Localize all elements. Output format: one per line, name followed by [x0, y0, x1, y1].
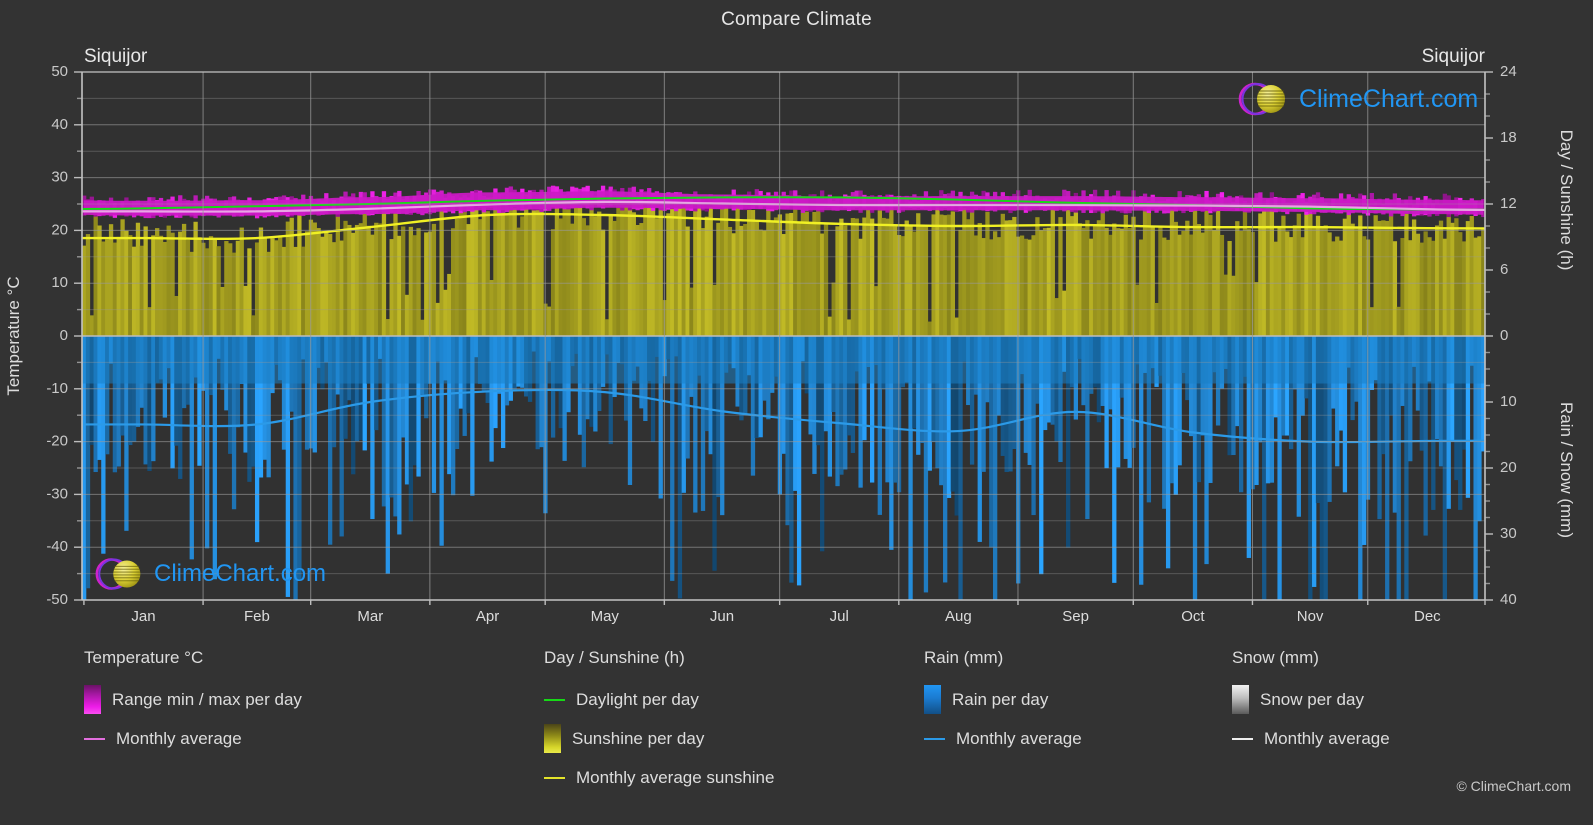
legend-item-sunshine[interactable]: Sunshine per day [544, 724, 774, 753]
svg-text:12: 12 [1500, 195, 1517, 212]
page-title: Compare Climate [721, 9, 872, 30]
svg-text:-30: -30 [46, 485, 68, 502]
x-axis-month-label-may: May [591, 608, 620, 625]
legend-item-sunshine-average[interactable]: Monthly average sunshine [544, 763, 774, 792]
legend-item-rain[interactable]: Rain per day [924, 685, 1082, 714]
legend-label: Daylight per day [576, 689, 699, 709]
svg-text:18: 18 [1500, 129, 1517, 146]
y-axis-left-title: Temperature °C [4, 276, 23, 396]
rain-swatch-icon [924, 685, 941, 714]
legend-item-daylight[interactable]: Daylight per day [544, 685, 774, 714]
svg-text:-20: -20 [46, 433, 68, 450]
snow-swatch-icon [1232, 685, 1249, 714]
sunshine-average-line-icon [544, 776, 565, 779]
legend-group-day-sunshine: Day / Sunshine (h) Daylight per day Suns… [544, 648, 774, 802]
legend-item-snow[interactable]: Snow per day [1232, 685, 1390, 714]
location-label-right: Siquijor [1421, 46, 1485, 67]
y-axis-left-ticks: 50 40 30 20 10 0 -10 -20 -30 -40 -50 [46, 63, 82, 608]
svg-text:0: 0 [60, 327, 68, 344]
chart-legend: Temperature °C Range min / max per day M… [0, 648, 1593, 825]
svg-text:10: 10 [51, 274, 68, 291]
chart-gridlines-vertical [202, 72, 1369, 600]
temperature-range-band [82, 185, 1485, 219]
y-axis-right-bottom-title: Rain / Snow (mm) [1557, 401, 1576, 539]
svg-text:6: 6 [1500, 261, 1508, 278]
svg-text:40: 40 [51, 116, 68, 133]
y-axis-right-bottom-ticks: 10 20 30 40 [1485, 351, 1517, 608]
svg-text:-10: -10 [46, 380, 68, 397]
temp-average-line-icon [84, 737, 105, 740]
svg-text:20: 20 [1500, 459, 1517, 476]
svg-text:50: 50 [51, 63, 68, 80]
legend-item-rain-average[interactable]: Monthly average [924, 724, 1082, 753]
snow-average-line-icon [1232, 737, 1253, 740]
svg-text:0: 0 [1500, 327, 1508, 344]
watermark-text: ClimeChart.com [1299, 84, 1479, 113]
svg-text:40: 40 [1500, 591, 1517, 608]
sunshine-daily-bars [82, 194, 1485, 336]
legend-label: Monthly average [1264, 728, 1390, 748]
svg-text:30: 30 [51, 169, 68, 186]
climate-chart-page: Compare Climate Siquijor Siquijor Temper… [0, 0, 1593, 825]
x-axis-month-label-jun: Jun [710, 608, 734, 625]
plot-background [82, 72, 1485, 600]
temperature-average-line [82, 200, 1485, 213]
legend-item-temp-range[interactable]: Range min / max per day [84, 685, 302, 714]
daylight-line [82, 196, 1485, 211]
daylight-line-icon [544, 698, 565, 701]
sunshine-average-line [82, 212, 1485, 241]
legend-group-rain: Rain (mm) Rain per day Monthly average [924, 648, 1082, 763]
x-axis-month-label-jul: Jul [830, 608, 849, 625]
legend-label: Rain per day [952, 689, 1049, 709]
svg-text:-40: -40 [46, 538, 68, 555]
rain-average-line-icon [924, 737, 945, 740]
legend-label: Snow per day [1260, 689, 1364, 709]
y-axis-right-top-title: Day / Sunshine (h) [1557, 129, 1576, 271]
x-axis-month-label-feb: Feb [244, 608, 270, 625]
x-axis-month-label-mar: Mar [357, 608, 383, 625]
temp-range-swatch-icon [84, 685, 101, 714]
watermark-logo-top: ClimeChart.com [1235, 78, 1478, 120]
x-axis-month-label-oct: Oct [1181, 608, 1205, 625]
chart-series-group [82, 185, 1485, 600]
x-axis-month-label-apr: Apr [476, 608, 499, 625]
legend-group-temperature: Temperature °C Range min / max per day M… [84, 648, 302, 763]
rain-average-line [82, 388, 1485, 444]
svg-text:24: 24 [1500, 63, 1517, 80]
svg-text:20: 20 [51, 221, 68, 238]
svg-text:10: 10 [1500, 393, 1517, 410]
watermark-logo-bottom: ClimeChart.com [92, 553, 326, 595]
legend-item-snow-average[interactable]: Monthly average [1232, 724, 1390, 753]
watermark-text: ClimeChart.com [154, 560, 327, 587]
legend-item-temp-average[interactable]: Monthly average [84, 724, 302, 753]
x-axis-month-labels: Jan Feb Mar Apr May Jun Jul Aug Sep Oct Nov Dec [131, 608, 1441, 625]
sunshine-swatch-icon [544, 724, 561, 753]
copyright-text: © ClimeChart.com [1456, 778, 1571, 794]
legend-label: Monthly average sunshine [576, 767, 775, 787]
legend-heading-day-sunshine: Day / Sunshine (h) [544, 648, 685, 667]
location-label-left: Siquijor [84, 46, 148, 67]
x-axis-month-label-jan: Jan [131, 608, 155, 625]
chart-gridlines [82, 97, 1485, 575]
legend-heading-snow: Snow (mm) [1232, 648, 1319, 667]
legend-label: Monthly average [956, 728, 1082, 748]
legend-label: Sunshine per day [572, 728, 705, 748]
x-axis-month-label-sep: Sep [1062, 608, 1089, 625]
svg-text:30: 30 [1500, 525, 1517, 542]
legend-label: Range min / max per day [112, 689, 302, 709]
svg-text:-50: -50 [46, 591, 68, 608]
legend-label: Monthly average [116, 728, 242, 748]
x-axis-month-ticks [83, 600, 1486, 605]
x-axis-month-label-aug: Aug [945, 608, 972, 625]
legend-group-snow: Snow (mm) Snow per day Monthly average [1232, 648, 1390, 763]
legend-heading-temperature: Temperature °C [84, 648, 204, 667]
climechart-logo-icon [1238, 82, 1285, 116]
climechart-logo-icon [95, 558, 141, 590]
y-axis-right-top-ticks: 0 6 12 18 24 [1485, 63, 1517, 344]
x-axis-month-label-dec: Dec [1414, 608, 1441, 625]
legend-heading-rain: Rain (mm) [924, 648, 1004, 667]
x-axis-month-label-nov: Nov [1297, 608, 1324, 625]
